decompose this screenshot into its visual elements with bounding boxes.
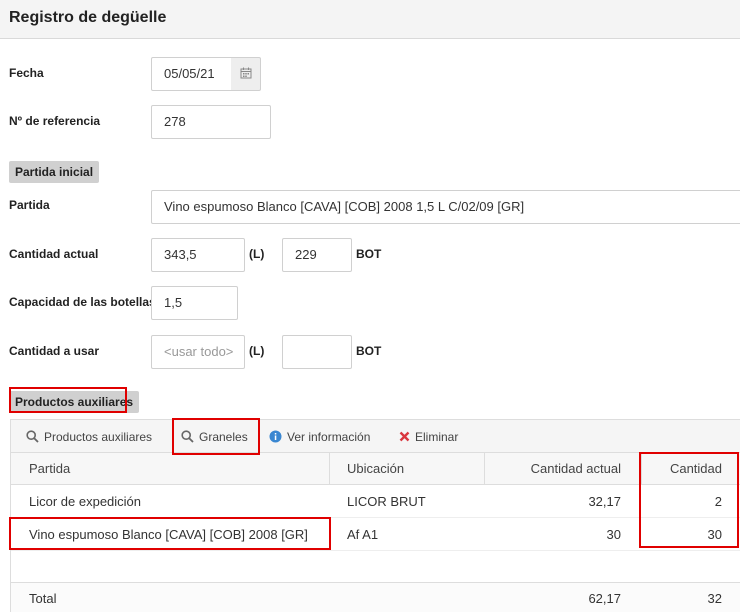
table-header: Partida Ubicación Cantidad actual Cantid… [11,453,740,485]
ver-informacion-button-label: Ver información [287,429,371,444]
cantidad-actual-label: Cantidad actual [9,247,99,261]
search-icon [181,430,194,443]
cell-ubicacion: LICOR BRUT [347,494,426,509]
calendar-icon [240,67,252,82]
partida-inicial-section-label: Partida inicial [9,161,100,183]
table-row[interactable]: Vino espumoso Blanco [CAVA] [COB] 2008 [… [11,518,740,551]
productos-auxiliares-button-label: Productos auxiliares [44,429,153,444]
fecha-input[interactable]: 05/05/21 [151,57,232,91]
footer-total-cantidad-actual: 62,17 [588,591,621,606]
cantidad-usar-litros-input[interactable]: <usar todo> [151,335,245,369]
productos-auxiliares-section-label: Productos auxiliares [9,391,140,413]
productos-auxiliares-button[interactable]: Productos auxiliares [26,420,152,453]
column-header-partida[interactable]: Partida [19,453,319,485]
eliminar-button-label: Eliminar [415,429,459,444]
litros-unit-label: (L) [249,247,265,261]
date-picker-button[interactable] [231,57,261,91]
column-header-ubicacion[interactable]: Ubicación [337,453,477,485]
table-row[interactable]: Licor de expedición LICOR BRUT 32,17 2 [11,485,740,518]
cell-ubicacion: Af A1 [347,527,379,542]
cantidad-actual-litros-input[interactable]: 343,5 [151,238,245,272]
partida-input[interactable]: Vino espumoso Blanco [CAVA] [COB] 2008 1… [151,190,740,224]
capacidad-label: Capacidad de las botellas [9,295,156,309]
column-header-cantidad-actual[interactable]: Cantidad actual [485,453,631,485]
cell-cantidad-actual: 30 [606,527,621,542]
table-footer: Total 62,17 32 [11,582,740,612]
bot-unit-label-2: BOT [356,344,382,358]
litros-unit-label-2: (L) [249,344,265,358]
close-icon [399,431,410,442]
footer-total-cantidad: 32 [707,591,722,606]
graneles-button[interactable]: Graneles [181,420,248,453]
cantidad-usar-botellas-input[interactable] [282,335,352,369]
partida-label: Partida [9,198,50,212]
bot-unit-label: BOT [356,247,382,261]
productos-auxiliares-grid: Productos auxiliares Graneles Ver inform… [10,419,740,612]
cell-cantidad[interactable]: 2 [642,485,732,518]
cell-cantidad-actual: 32,17 [588,494,621,509]
page-header: Registro de degüelle [0,0,740,39]
ver-informacion-button[interactable]: Ver información [269,420,370,453]
column-divider [329,453,330,485]
referencia-label: Nº de referencia [9,114,101,128]
eliminar-button[interactable]: Eliminar [399,420,458,453]
cantidad-actual-botellas-input[interactable]: 229 [282,238,352,272]
info-icon [269,430,282,443]
capacidad-input[interactable]: 1,5 [151,286,238,320]
cell-partida: Licor de expedición [29,494,142,509]
cantidad-usar-label: Cantidad a usar [9,344,100,358]
fecha-label: Fecha [9,66,44,80]
graneles-button-label: Graneles [199,429,248,444]
footer-total-label: Total [29,591,57,606]
cell-partida: Vino espumoso Blanco [CAVA] [COB] 2008 [… [29,527,308,542]
page-title: Registro de degüelle [9,9,167,26]
column-header-cantidad[interactable]: Cantidad [642,453,732,485]
cell-cantidad[interactable]: 30 [642,518,732,551]
referencia-input[interactable]: 278 [151,105,271,139]
search-icon [26,430,39,443]
grid-toolbar: Productos auxiliares Graneles Ver inform… [11,420,740,453]
